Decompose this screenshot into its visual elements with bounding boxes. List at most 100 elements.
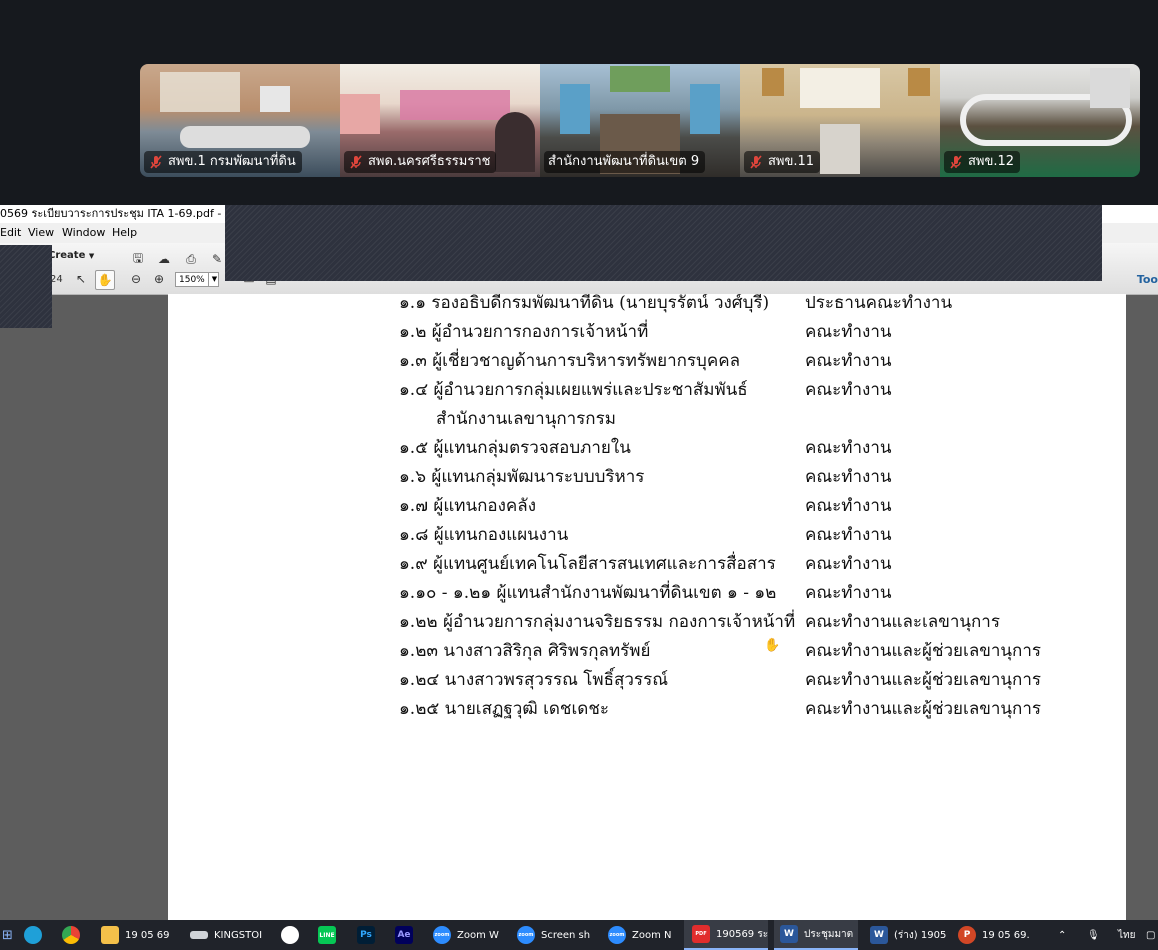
taskbar-item-app[interactable] (281, 920, 303, 950)
taskbar-item-zoom[interactable]: zoom Zoom W (433, 920, 505, 950)
participant-name-label: สพด.นครศรีธรรมราช (344, 151, 497, 173)
zoom-out-icon[interactable]: ⊖ (127, 270, 145, 288)
edge-button[interactable] (24, 920, 48, 950)
participant-name-label: สำนักงานพัฒนาที่ดินเขต 9 (544, 151, 706, 173)
taskbar-item-line[interactable]: LINE (318, 920, 342, 950)
microphone-icon: 🎙 (1087, 929, 1100, 941)
taskbar-item-drive[interactable]: KINGSTOI (190, 920, 265, 950)
document-row: ๑.๒๕ นายเสฏฐวุฒิ เดชเดชะ คณะทำงานและผู้ช่… (168, 695, 1126, 724)
taskbar-item-powerpoint[interactable]: P 19 05 69. (958, 920, 1038, 950)
zoom-dropdown-icon[interactable]: ▼ (208, 272, 220, 287)
member-role: คณะทำงาน (805, 525, 892, 545)
document-row: ๑.๓ ผู้เชี่ยวชาญด้านการบริหารทรัพยากรบุค… (168, 347, 1126, 376)
drive-icon (190, 931, 208, 939)
chrome-icon (62, 926, 80, 944)
document-row: ๑.๒๓ นางสาวสิริกุล ศิริพรกุลทรัพย์ คณะทำง… (168, 637, 1126, 666)
taskbar-item-label: 19 05 69 (125, 929, 170, 941)
member-name: ๑.๒๔ นางสาวพรสุวรรณ โพธิ์สุวรรณ์ (399, 670, 668, 690)
member-name: ๑.๙ ผู้แทนศูนย์เทคโนโลยีสารสนเทศและการสื… (399, 554, 776, 574)
windows-logo-icon: ⊞ (2, 927, 13, 943)
taskbar-item-label: 19 05 69. (982, 929, 1030, 941)
create-button[interactable]: Create ▼ (48, 250, 94, 261)
member-role: คณะทำงาน (805, 467, 892, 487)
select-arrow-icon[interactable]: ↖ (72, 270, 90, 288)
redacted-area (0, 245, 52, 328)
member-role: คณะทำงาน (805, 438, 892, 458)
taskbar-item-word[interactable]: W (ร่าง) 1905 (870, 920, 950, 950)
line-icon: LINE (318, 926, 336, 944)
menu-help[interactable]: Help (112, 223, 137, 243)
menu-view[interactable]: View (28, 223, 54, 243)
notification-button[interactable]: ▢ (1146, 920, 1155, 950)
powerpoint-icon: P (958, 926, 976, 944)
edge-icon (24, 926, 42, 944)
redacted-area (225, 205, 1102, 281)
word-icon: W (870, 926, 888, 944)
video-tile[interactable]: สพข.11 (740, 64, 940, 177)
show-hidden-icons-button[interactable]: ⌃ (1058, 920, 1066, 950)
member-role: คณะทำงาน (805, 554, 892, 574)
document-row: ๑.๒๒ ผู้อำนวยการกลุ่มงานจริยธรรม กองการเ… (168, 608, 1126, 637)
microphone-tray-button[interactable]: 🎙 (1087, 920, 1100, 950)
video-tile[interactable]: สพข.1 กรมพัฒนาที่ดิน (140, 64, 340, 177)
print-icon[interactable]: ⎙ (182, 250, 200, 268)
taskbar-item-label: Zoom W (457, 929, 499, 941)
menu-edit[interactable]: Edit (0, 223, 21, 243)
hand-tool-icon[interactable]: ✋ (95, 270, 115, 290)
save-icon[interactable]: 🖫 (129, 250, 147, 268)
zoom-in-icon[interactable]: ⊕ (150, 270, 168, 288)
taskbar-item-label: (ร่าง) 1905 (894, 929, 947, 941)
participant-name: สพข.11 (768, 154, 815, 169)
language-label: ไทย (1118, 929, 1136, 941)
document-row: ๑.๒๔ นางสาวพรสุวรรณ โพธิ์สุวรรณ์ คณะทำงาน… (168, 666, 1126, 695)
document-row: ๑.๔ ผู้อำนวยการกลุ่มเผยแพร่และประชาสัมพั… (168, 376, 1126, 405)
document-row: สำนักงานเลขานุการกรม (168, 405, 1126, 434)
taskbar-item-acrobat[interactable]: PDF 190569 ระ (684, 920, 768, 950)
taskbar-item-photoshop[interactable]: Ps (357, 920, 381, 950)
document-row: ๑.๑ รองอธิบดีกรมพัฒนาที่ดิน (นายบุรรัตน์… (168, 294, 1126, 318)
muted-microphone-icon (348, 154, 364, 170)
chrome-button[interactable] (62, 920, 86, 950)
member-name: ๑.๖ ผู้แทนกลุ่มพัฒนาระบบบริหาร (399, 467, 645, 487)
taskbar-item-label: Screen sh (541, 929, 591, 941)
document-row: ๑.๘ ผู้แทนกองแผนงาน คณะทำงาน (168, 521, 1126, 550)
edit-icon[interactable]: ✎ (208, 250, 226, 268)
member-role: คณะทำงานและผู้ช่วยเลขานุการ (805, 670, 1041, 690)
member-role: คณะทำงาน (805, 380, 892, 400)
chevron-up-icon: ⌃ (1058, 929, 1067, 941)
taskbar-item-zoom[interactable]: zoom Zoom N (608, 920, 678, 950)
participant-name-label: สพข.12 (944, 151, 1021, 173)
tools-pane-button[interactable]: Too (1137, 273, 1158, 286)
member-role: คณะทำงาน (805, 583, 892, 603)
muted-microphone-icon (948, 154, 964, 170)
cloud-upload-icon[interactable]: ☁ (155, 250, 173, 268)
video-tile[interactable]: สพด.นครศรีธรรมราช (340, 64, 540, 177)
participant-name-label: สพข.1 กรมพัฒนาที่ดิน (144, 151, 302, 173)
taskbar-item-zoom[interactable]: zoom Screen sh (517, 920, 597, 950)
member-name: ๑.๒๕ นายเสฏฐวุฒิ เดชเดชะ (399, 699, 609, 719)
create-button-label: Create (48, 250, 86, 261)
zoom-icon: zoom (433, 926, 451, 944)
member-name: ๑.๒๒ ผู้อำนวยการกลุ่มงานจริยธรรม กองการเ… (399, 612, 796, 632)
zoom-meeting-area: สพข.1 กรมพัฒนาที่ดิน สพด.นครศรีธรรมราช ส… (0, 0, 1158, 205)
start-button[interactable]: ⊞ (2, 920, 14, 950)
menu-window[interactable]: Window (62, 223, 105, 243)
language-indicator[interactable]: ไทย (1118, 920, 1135, 950)
video-gallery-strip: สพข.1 กรมพัฒนาที่ดิน สพด.นครศรีธรรมราช ส… (140, 64, 1140, 177)
taskbar-item-folder[interactable]: 19 05 69 (101, 920, 181, 950)
chevron-down-icon: ▼ (88, 252, 95, 260)
pdf-page: ๑.๑ รองอธิบดีกรมพัฒนาที่ดิน (นายบุรรัตน์… (168, 294, 1126, 920)
word-icon: W (780, 925, 798, 943)
taskbar-item-after-effects[interactable]: Ae (395, 920, 419, 950)
photoshop-icon: Ps (357, 926, 375, 944)
taskbar-item-word[interactable]: W ประชุมมาต (774, 920, 858, 950)
video-tile[interactable]: สำนักงานพัฒนาที่ดินเขต 9 (540, 64, 740, 177)
document-row: ๑.๒ ผู้อำนวยการกองการเจ้าหน้าที่ คณะทำงาน (168, 318, 1126, 347)
member-name: ๑.๒ ผู้อำนวยการกองการเจ้าหน้าที่ (399, 322, 649, 342)
member-name: ๑.๕ ผู้แทนกลุ่มตรวจสอบภายใน (399, 438, 631, 458)
chrome-alt-icon (281, 926, 299, 944)
video-tile[interactable]: สพข.12 (940, 64, 1140, 177)
folder-icon (101, 926, 119, 944)
document-row: ๑.๕ ผู้แทนกลุ่มตรวจสอบภายใน คณะทำงาน (168, 434, 1126, 463)
member-name: ๑.๔ ผู้อำนวยการกลุ่มเผยแพร่และประชาสัมพั… (399, 380, 748, 400)
